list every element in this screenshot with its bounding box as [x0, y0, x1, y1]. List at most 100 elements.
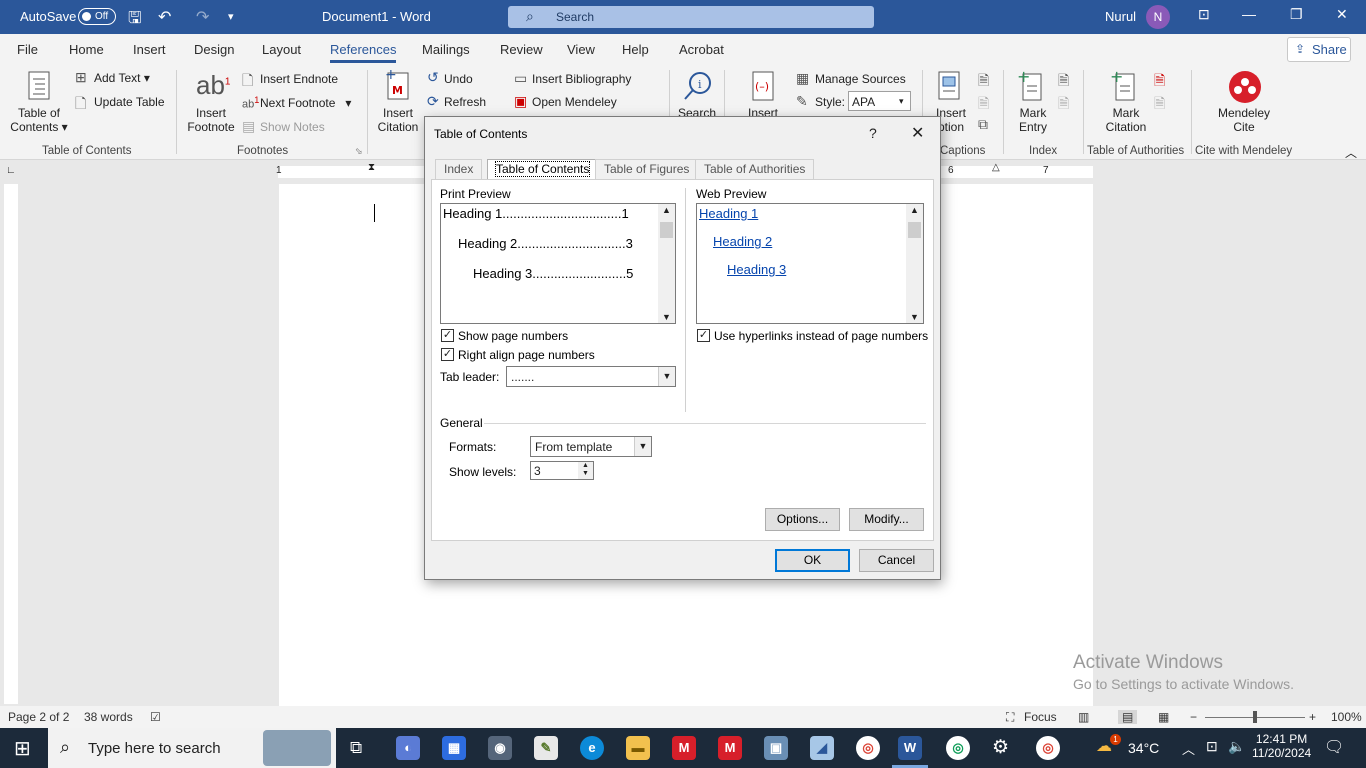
mark-citation-button[interactable]: Mark Citation [1100, 106, 1152, 134]
snipping-tool-icon[interactable]: ◢ [810, 736, 834, 760]
add-text-button[interactable]: Add Text ▾ [94, 71, 150, 85]
redo-icon[interactable]: ↷ [196, 7, 209, 27]
insert-endnote-button[interactable]: Insert Endnote [260, 72, 338, 86]
taskbar-search[interactable]: ⌕ Type here to search [48, 728, 336, 768]
read-mode-icon[interactable]: ▥ [1078, 710, 1089, 724]
update-table-authorities-icon[interactable]: 🗎 [1154, 93, 1165, 117]
tab-acrobat[interactable]: Acrobat [679, 42, 724, 57]
mark-entry-button[interactable]: Mark Entry [1012, 106, 1054, 134]
chrome-icon[interactable]: ◎ [856, 736, 880, 760]
task-view-icon[interactable]: ⧉ [350, 738, 362, 758]
mendeley-reference-manager-icon[interactable]: M [718, 736, 742, 760]
network-icon[interactable]: ⊡ [1206, 738, 1218, 755]
tab-layout[interactable]: Layout [262, 42, 301, 57]
tab-index[interactable]: Index [435, 159, 483, 179]
web-preview-scrollbar[interactable]: ▲ ▼ [906, 204, 923, 323]
minimize-icon[interactable]: — [1242, 6, 1256, 22]
insert-citation-button[interactable]: Insert Citation [373, 106, 423, 134]
undo-mendeley-button[interactable]: Undo [444, 72, 473, 86]
update-index-icon[interactable]: 🗎 [1058, 93, 1069, 117]
search-box[interactable]: ⌕ Search [508, 6, 874, 28]
insert-table-of-authorities-icon[interactable]: 🗎 [1154, 70, 1165, 94]
ok-button[interactable]: OK [775, 549, 850, 572]
file-explorer-icon[interactable]: ▬ [626, 736, 650, 760]
undo-icon[interactable]: ↶ [158, 7, 171, 27]
copilot-icon[interactable]: ◐ [396, 736, 420, 760]
update-table-button[interactable]: Update Table [94, 95, 165, 109]
tab-review[interactable]: Review [500, 42, 543, 57]
right-align-checkbox[interactable]: ✓ [441, 348, 454, 361]
zoom-out-icon[interactable]: − [1190, 710, 1197, 724]
collapse-ribbon-icon[interactable]: ︿ [1345, 144, 1357, 161]
formats-select[interactable]: From template ▼ [530, 436, 652, 457]
update-table-figures-icon[interactable]: 🗎 [978, 93, 989, 117]
windows-start-icon[interactable]: ⊞ [14, 736, 31, 761]
next-footnote-button[interactable]: Next Footnote ▾ [260, 96, 351, 110]
tab-mailings[interactable]: Mailings [422, 42, 470, 57]
right-indent-icon[interactable]: △ [992, 162, 1000, 173]
print-layout-icon[interactable]: ▤ [1118, 710, 1138, 724]
insert-bibliography-button[interactable]: Insert Bibliography [532, 72, 631, 86]
microsoft-store-icon[interactable]: ▦ [442, 736, 466, 760]
tab-table-of-authorities[interactable]: Table of Authorities [695, 159, 815, 179]
page-count[interactable]: Page 2 of 2 [8, 710, 69, 724]
tab-file[interactable]: File [17, 42, 38, 57]
customize-qat-icon[interactable]: ▾ [228, 10, 234, 23]
table-of-contents-button[interactable]: Table of Contents ▾ [10, 106, 68, 134]
close-icon[interactable]: ✕ [1336, 6, 1348, 23]
manage-sources-button[interactable]: Manage Sources [815, 72, 906, 86]
style-dropdown[interactable]: APA ▾ [848, 91, 911, 111]
insert-index-icon[interactable]: 🗎 [1058, 70, 1069, 94]
proofing-icon[interactable]: ☑ [150, 710, 161, 724]
word-taskbar-icon[interactable]: W [898, 736, 922, 760]
autosave-toggle[interactable]: Off [78, 8, 116, 25]
mendeley-app-icon[interactable]: M [672, 736, 696, 760]
focus-button[interactable]: Focus [1024, 710, 1057, 724]
indent-marker-icon[interactable]: ⧗ [368, 162, 375, 173]
web-layout-icon[interactable]: ▦ [1158, 710, 1169, 724]
notifications-icon[interactable]: 🗨 [1324, 737, 1344, 757]
modify-button[interactable]: Modify... [849, 508, 924, 531]
cross-reference-icon[interactable]: ⧉ [978, 116, 988, 133]
tab-selector-icon[interactable]: ∟ [6, 165, 16, 176]
remote-desktop-icon[interactable]: ▣ [764, 736, 788, 760]
refresh-button[interactable]: Refresh [444, 95, 486, 109]
chrome-profile-icon[interactable]: ◎ [946, 736, 970, 760]
tab-help[interactable]: Help [622, 42, 649, 57]
tab-references[interactable]: References [330, 42, 397, 63]
mendeley-cite-button[interactable]: Mendeley Cite [1208, 106, 1280, 134]
ribbon-display-icon[interactable]: ⊡ [1198, 6, 1210, 23]
tray-chevron-icon[interactable]: ︿ [1182, 739, 1195, 758]
notepad-icon[interactable]: ✎ [534, 736, 558, 760]
tab-view[interactable]: View [567, 42, 595, 57]
spinner-arrows-icon[interactable]: ▲ ▼ [578, 462, 593, 479]
chrome-second-icon[interactable]: ◎ [1036, 736, 1060, 760]
help-icon[interactable]: ? [869, 125, 877, 141]
show-notes-button[interactable]: Show Notes [260, 120, 325, 134]
web-preview-heading-3[interactable]: Heading 3 [727, 262, 786, 277]
tab-home[interactable]: Home [69, 42, 104, 57]
options-button[interactable]: Options... [765, 508, 840, 531]
tab-leader-select[interactable]: ....... ▼ [506, 366, 676, 387]
dialog-close-icon[interactable]: ✕ [911, 123, 924, 143]
show-page-numbers-checkbox[interactable]: ✓ [441, 329, 454, 342]
insert-footnote-button[interactable]: Insert Footnote [186, 106, 236, 134]
camera-icon[interactable]: ◉ [488, 736, 512, 760]
word-count[interactable]: 38 words [84, 710, 133, 724]
zoom-level[interactable]: 100% [1331, 710, 1362, 724]
footnotes-launcher-icon[interactable]: ⬂ [355, 146, 363, 157]
zoom-in-icon[interactable]: + [1309, 710, 1316, 724]
volume-icon[interactable]: 🔈 [1228, 738, 1245, 755]
temperature[interactable]: 34°C [1128, 740, 1159, 756]
cancel-button[interactable]: Cancel [859, 549, 934, 572]
insert-table-of-figures-icon[interactable]: 🗎 [978, 70, 989, 94]
show-levels-spinner[interactable]: 3 ▲ ▼ [530, 461, 594, 480]
save-icon[interactable]: 🖫 [128, 7, 142, 34]
restore-icon[interactable]: ❐ [1290, 6, 1303, 23]
edge-icon[interactable]: e [580, 736, 604, 760]
clock[interactable]: 12:41 PM 11/20/2024 [1252, 732, 1311, 760]
web-preview-heading-1[interactable]: Heading 1 [699, 206, 758, 221]
tab-table-of-contents[interactable]: Table of Contents [487, 159, 599, 180]
settings-gear-icon[interactable]: ⚙ [992, 736, 1009, 759]
tab-design[interactable]: Design [194, 42, 234, 57]
